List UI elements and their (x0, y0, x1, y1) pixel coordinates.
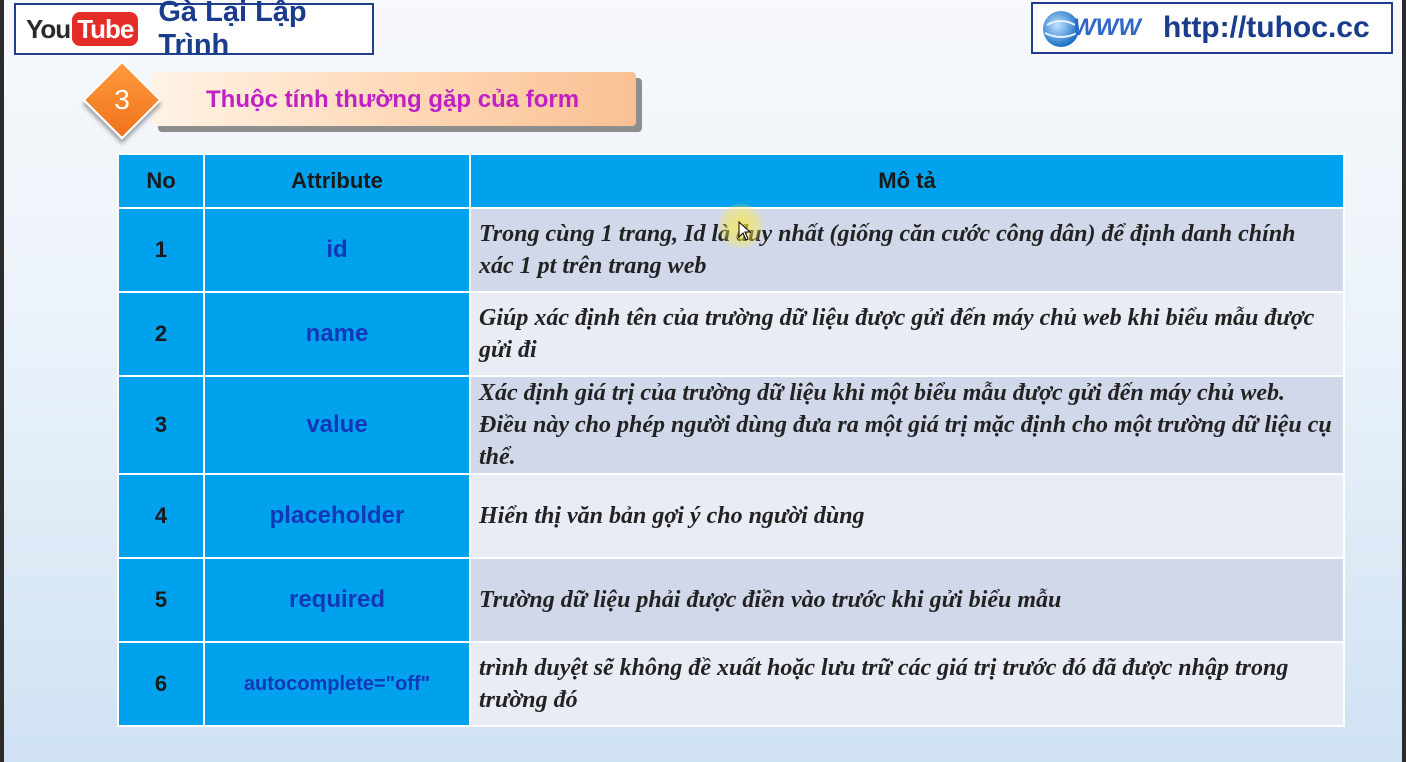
table-row: 1 id Trong cùng 1 trang, Id là duy nhất … (117, 207, 1345, 293)
row-description: Trong cùng 1 trang, Id là duy nhất (giốn… (469, 207, 1345, 293)
row-number: 6 (117, 641, 205, 727)
youtube-logo-you: You (26, 13, 71, 44)
row-description: trình duyệt sẽ không đề xuất hoặc lưu tr… (469, 641, 1345, 727)
section-heading: 3 Thuộc tính thường gặp của form (82, 60, 648, 142)
row-description: Giúp xác định tên của trường dữ liệu đượ… (469, 291, 1345, 377)
header-description: Mô tả (469, 153, 1345, 209)
row-number: 5 (117, 557, 205, 643)
window-border-right (1402, 0, 1406, 762)
table-row: 3 value Xác định giá trị của trường dữ l… (117, 375, 1345, 475)
section-title: Thuộc tính thường gặp của form (206, 86, 580, 113)
row-number: 1 (117, 207, 205, 293)
youtube-logo: You Tube (26, 12, 139, 46)
table-row: 6 autocomplete="off" trình duyệt sẽ khôn… (117, 641, 1345, 727)
header-no: No (117, 153, 205, 209)
row-attribute: id (203, 207, 471, 293)
row-attribute: required (203, 557, 471, 643)
row-attribute: name (203, 291, 471, 377)
attributes-table: No Attribute Mô tả 1 id Trong cùng 1 tra… (117, 153, 1345, 727)
row-number: 3 (117, 375, 205, 475)
youtube-logo-tube: Tube (72, 12, 139, 46)
table-row: 5 required Trường dữ liệu phải được điền… (117, 557, 1345, 643)
row-number: 2 (117, 291, 205, 377)
header-attribute: Attribute (203, 153, 471, 209)
window-border-left (0, 0, 4, 762)
row-description: Trường dữ liệu phải được điền vào trước … (469, 557, 1345, 643)
row-attribute: autocomplete="off" (203, 641, 471, 727)
table-row: 4 placeholder Hiển thị văn bản gợi ý cho… (117, 473, 1345, 559)
row-number: 4 (117, 473, 205, 559)
site-url[interactable]: http://tuhoc.cc (1163, 11, 1370, 45)
row-description: Xác định giá trị của trường dữ liệu khi … (469, 375, 1345, 475)
mouse-pointer-icon (738, 221, 752, 241)
svg-text:WWW: WWW (1073, 14, 1143, 41)
row-attribute: placeholder (203, 473, 471, 559)
table-header-row: No Attribute Mô tả (117, 153, 1345, 209)
row-description: Hiển thị văn bản gợi ý cho người dùng (469, 473, 1345, 559)
table-row: 2 name Giúp xác định tên của trường dữ l… (117, 291, 1345, 377)
channel-name: Gà Lại Lập Trình (158, 0, 307, 61)
site-banner: WWW http://tuhoc.cc (1031, 2, 1393, 54)
section-number: 3 (114, 84, 130, 115)
channel-banner: You Tube Gà Lại Lập Trình (14, 0, 374, 61)
globe-www-icon: WWW (1043, 11, 1143, 47)
row-attribute: value (203, 375, 471, 475)
